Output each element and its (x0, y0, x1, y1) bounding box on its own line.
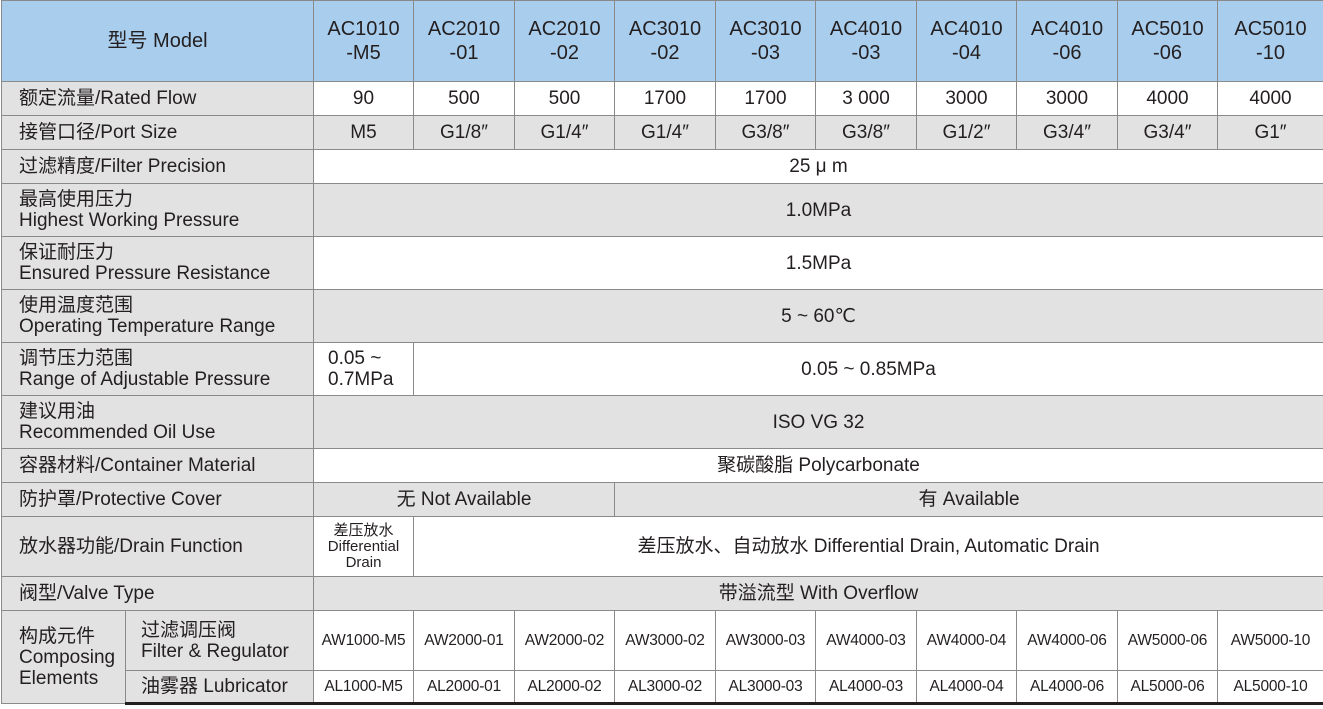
lubricator-value: AL2000-01 (413, 670, 515, 705)
regulator-value: AW4000-04 (916, 610, 1017, 671)
model-cell: AC4010 -03 (815, 0, 917, 82)
lubricator-value: AL4000-04 (916, 670, 1017, 705)
model-label: 型号 Model (1, 0, 314, 82)
model-cell: AC2010 -02 (514, 0, 615, 82)
oil-row: 建议用油 Recommended Oil Use ISO VG 32 (1, 395, 1323, 449)
container-label: 容器材料/Container Material (1, 448, 314, 483)
model-cell: AC1010 -M5 (313, 0, 414, 82)
cover-available: 有 Available (614, 482, 1323, 517)
filter-precision-value: 25 μ m (313, 149, 1323, 184)
filter-precision-label: 过滤精度/Filter Precision (1, 149, 314, 184)
cover-label: 防护罩/Protective Cover (1, 482, 314, 517)
highest-pressure-row: 最高使用压力 Highest Working Pressure 1.0MPa (1, 183, 1323, 237)
port-size-value: G1/4″ (614, 115, 716, 150)
container-row: 容器材料/Container Material 聚碳酸脂 Polycarbona… (1, 448, 1323, 483)
spec-table: 型号 Model AC1010 -M5 AC2010 -01 AC2010 -02 A… (1, 0, 1323, 705)
drain-label: 放水器功能/Drain Function (1, 516, 314, 577)
filter-precision-row: 过滤精度/Filter Precision 25 μ m (1, 149, 1323, 184)
lubricator-value: AL4000-06 (1016, 670, 1118, 705)
highest-pressure-label: 最高使用压力 Highest Working Pressure (1, 183, 314, 237)
model-cell: AC4010 -04 (916, 0, 1017, 82)
port-size-value: G1″ (1217, 115, 1323, 150)
regulator-value: AW5000-06 (1117, 610, 1218, 671)
port-size-value: G3/8″ (815, 115, 917, 150)
port-size-value: G3/8″ (715, 115, 816, 150)
drain-row: 放水器功能/Drain Function 差压放水 Differential Dra… (1, 516, 1323, 577)
rated-flow-value: 3 000 (815, 81, 917, 116)
rated-flow-value: 1700 (614, 81, 716, 116)
lubricator-value: AL2000-02 (514, 670, 615, 705)
valve-row: 阀型/Valve Type 带溢流型 With Overflow (1, 576, 1323, 611)
port-size-value: G1/2″ (916, 115, 1017, 150)
ensured-pressure-row: 保证耐压力 Ensured Pressure Resistance 1.5MPa (1, 236, 1323, 290)
lubricator-value: AL1000-M5 (313, 670, 414, 705)
model-cell: AC2010 -01 (413, 0, 515, 82)
port-size-value: M5 (313, 115, 414, 150)
temperature-label: 使用温度范围 Operating Temperature Range (1, 289, 314, 343)
port-size-value: G1/8″ (413, 115, 515, 150)
lubricator-value: AL3000-02 (614, 670, 716, 705)
port-size-row: 接管口径/Port Size M5 G1/8″ G1/4″ G1/4″ G3/8… (1, 115, 1323, 150)
rated-flow-value: 4000 (1217, 81, 1323, 116)
temperature-row: 使用温度范围 Operating Temperature Range 5 ~ 60… (1, 289, 1323, 343)
model-cell: AC4010 -06 (1016, 0, 1118, 82)
regulator-value: AW3000-02 (614, 610, 716, 671)
composing-label: 构成元件 Composing Elements (1, 610, 126, 704)
rated-flow-value: 3000 (916, 81, 1017, 116)
model-cell: AC5010 -10 (1217, 0, 1323, 82)
regulator-row: 构成元件 Composing Elements 过滤调压阀 Filter & Regu… (1, 610, 1323, 704)
rated-flow-value: 3000 (1016, 81, 1118, 116)
regulator-value: AW4000-06 (1016, 610, 1118, 671)
regulator-value: AW5000-10 (1217, 610, 1323, 671)
drain-first: 差压放水 Differential Drain (313, 516, 414, 577)
port-size-value: G3/4″ (1117, 115, 1218, 150)
lubricator-value: AL3000-03 (715, 670, 816, 705)
cover-row: 防护罩/Protective Cover 无 Not Available 有 A… (1, 482, 1323, 517)
port-size-value: G1/4″ (514, 115, 615, 150)
valve-label: 阀型/Valve Type (1, 576, 314, 611)
model-header-row: 型号 Model AC1010 -M5 AC2010 -01 AC2010 -02 A… (1, 0, 1323, 82)
ensured-pressure-value: 1.5MPa (313, 236, 1323, 290)
cover-not-available: 无 Not Available (313, 482, 615, 517)
lubricator-row: 油雾器 Lubricator AL1000-M5 AL2000-01 AL200… (2, 670, 1323, 705)
adjustable-pressure-row: 调节压力范围 Range of Adjustable Pressure 0.05 … (1, 342, 1323, 396)
adjustable-pressure-label: 调节压力范围 Range of Adjustable Pressure (1, 342, 314, 396)
model-cell: AC3010 -02 (614, 0, 716, 82)
rated-flow-value: 4000 (1117, 81, 1218, 116)
regulator-value: AW2000-01 (413, 610, 515, 671)
rated-flow-value: 500 (413, 81, 515, 116)
ensured-pressure-label: 保证耐压力 Ensured Pressure Resistance (1, 236, 314, 290)
valve-value: 带溢流型 With Overflow (313, 576, 1323, 611)
rated-flow-label: 额定流量/Rated Flow (1, 81, 314, 116)
model-cell: AC3010 -03 (715, 0, 816, 82)
oil-value: ISO VG 32 (313, 395, 1323, 449)
lubricator-label: 油雾器 Lubricator (125, 670, 314, 705)
highest-pressure-value: 1.0MPa (313, 183, 1323, 237)
container-value: 聚碳酸脂 Polycarbonate (313, 448, 1323, 483)
regulator-label: 过滤调压阀 Filter & Regulator (125, 610, 314, 671)
rated-flow-value: 90 (313, 81, 414, 116)
lubricator-value: AL5000-06 (1117, 670, 1218, 705)
adjustable-pressure-rest: 0.05 ~ 0.85MPa (413, 342, 1323, 396)
model-cell: AC5010 -06 (1117, 0, 1218, 82)
regulator-value: AW2000-02 (514, 610, 615, 671)
port-size-label: 接管口径/Port Size (1, 115, 314, 150)
regulator-value: AW4000-03 (815, 610, 917, 671)
oil-label: 建议用油 Recommended Oil Use (1, 395, 314, 449)
temperature-value: 5 ~ 60℃ (313, 289, 1323, 343)
rated-flow-value: 500 (514, 81, 615, 116)
regulator-value: AW3000-03 (715, 610, 816, 671)
regulator-value: AW1000-M5 (313, 610, 414, 671)
adjustable-pressure-first: 0.05 ~0.7MPa (313, 342, 414, 396)
lubricator-value: AL5000-10 (1217, 670, 1323, 705)
port-size-value: G3/4″ (1016, 115, 1118, 150)
drain-rest: 差压放水、自动放水 Differential Drain, Automatic … (413, 516, 1323, 577)
rated-flow-row: 额定流量/Rated Flow 90 500 500 1700 1700 3 0… (1, 81, 1323, 116)
rated-flow-value: 1700 (715, 81, 816, 116)
lubricator-value: AL4000-03 (815, 670, 917, 705)
